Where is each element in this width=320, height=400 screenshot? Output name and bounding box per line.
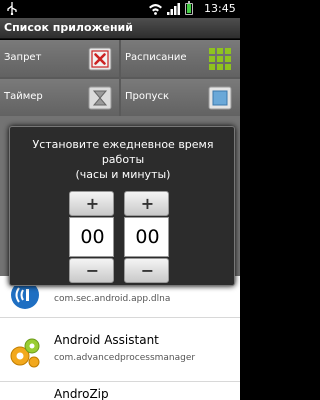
title-bar: Список приложений [0, 18, 240, 39]
skip-icon [208, 86, 232, 110]
timer-icon [88, 86, 112, 110]
action-grid: Запрет Расписание Таймер Пропуск [0, 40, 240, 116]
hours-increment-button[interactable]: + [69, 191, 114, 216]
app-name: AndroZip [54, 387, 109, 400]
timer-button-label: Таймер [4, 91, 43, 102]
timer-button[interactable]: Таймер [0, 79, 119, 116]
hours-decrement-button[interactable]: − [69, 258, 114, 283]
list-item[interactable]: AndroZip [0, 384, 240, 400]
wifi-icon [149, 4, 162, 15]
skip-button[interactable]: Пропуск [121, 79, 240, 116]
skip-button-label: Пропуск [125, 91, 169, 102]
app-name: Android Assistant [54, 333, 159, 347]
set-daily-time-dialog: Установите ежедневное время работы (часы… [9, 126, 235, 286]
page-title: Список приложений [4, 21, 133, 34]
status-bar: 13:45 [0, 0, 240, 18]
minutes-increment-button[interactable]: + [124, 191, 169, 216]
battery-icon [185, 1, 193, 15]
gears-icon [10, 338, 40, 368]
app-package: com.advancedprocessmanager [54, 353, 196, 363]
block-button-label: Запрет [4, 52, 42, 63]
usb-icon [7, 2, 17, 15]
app-package: com.sec.android.app.dlna [54, 294, 171, 304]
hours-picker: + 00 − [69, 191, 114, 283]
schedule-button-label: Расписание [125, 52, 187, 63]
hours-value[interactable]: 00 [69, 217, 114, 257]
block-button[interactable]: Запрет [0, 40, 119, 77]
minutes-decrement-button[interactable]: − [124, 258, 169, 283]
block-icon [88, 47, 112, 71]
signal-icon [167, 3, 180, 15]
dialog-message: Установите ежедневное время работы (часы… [32, 138, 214, 181]
schedule-grid-icon [209, 48, 231, 70]
minutes-value[interactable]: 00 [124, 217, 169, 257]
schedule-button[interactable]: Расписание [121, 40, 240, 77]
minutes-picker: + 00 − [124, 191, 169, 283]
list-item[interactable]: Android Assistant com.advancedprocessman… [0, 324, 240, 382]
clock: 13:45 [204, 2, 236, 15]
